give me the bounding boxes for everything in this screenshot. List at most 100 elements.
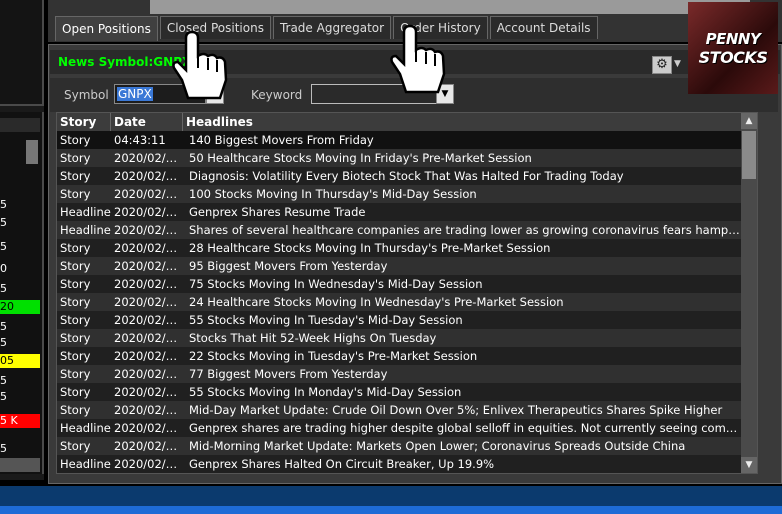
row-type: Story — [60, 187, 91, 201]
table-row[interactable]: Story 2020/02/2... 77 Biggest Movers From … — [57, 365, 741, 383]
row-date: 2020/02/2... — [114, 277, 183, 291]
row-date: 2020/02/2... — [114, 259, 183, 273]
left-panel-value: 5 — [0, 336, 7, 349]
grid-header: Story Date Headlines — [57, 113, 741, 131]
tab-open-positions[interactable]: Open Positions — [55, 16, 158, 41]
grid-vertical-scrollbar[interactable]: ▲ ▼ — [741, 113, 757, 473]
row-type: Headline — [60, 205, 111, 219]
hand-pointer-icon — [172, 30, 228, 100]
row-date: 2020/02/2... — [114, 313, 183, 327]
left-panel: 5 5 5 0 5 20 5 5 05 5 5 5 K5 — [0, 0, 44, 480]
row-type: Story — [60, 133, 91, 147]
left-panel-value: 5 — [0, 282, 7, 295]
row-headline: Genprex Shares Resume Trade — [189, 205, 366, 219]
row-type: Story — [60, 439, 91, 453]
table-row[interactable]: Headline 2020/02/2... Shares of several he… — [57, 221, 741, 239]
scroll-down-arrow-icon[interactable]: ▼ — [741, 457, 757, 473]
row-type: Headline — [60, 457, 111, 471]
left-panel-value: 05 — [0, 354, 40, 368]
left-top-panel — [0, 0, 44, 106]
table-row[interactable]: Story 2020/02/2... 55 Stocks Moving In Mon… — [57, 383, 741, 401]
scroll-up-arrow-icon[interactable]: ▲ — [741, 113, 757, 129]
row-type: Headline — [60, 421, 111, 435]
logo-line1: PENNY — [705, 30, 761, 48]
column-header-headlines[interactable]: Headlines — [183, 113, 741, 131]
symbol-input-value[interactable]: GNPX — [117, 87, 153, 101]
row-date: 2020/02/2... — [114, 385, 183, 399]
table-row[interactable]: Story 2020/02/2... 55 Stocks Moving In Tue… — [57, 311, 741, 329]
left-panel-value: 5 — [0, 216, 7, 229]
left-panel-value: 5 — [0, 442, 7, 455]
top-scrollbar[interactable] — [150, 0, 750, 14]
table-row[interactable]: Headline 2020/02/2... Genprex Shares Resum… — [57, 203, 741, 221]
tab-account-details[interactable]: Account Details — [489, 16, 598, 39]
table-row[interactable]: Story 2020/02/2... 24 Healthcare Stocks Mo… — [57, 293, 741, 311]
row-type: Story — [60, 331, 91, 345]
row-date: 2020/02/2... — [114, 403, 183, 417]
left-panel-value: 5 — [0, 374, 7, 387]
table-row[interactable]: Story 2020/02/2... Mid-Day Market Update: … — [57, 401, 741, 419]
row-headline: Mid-Morning Market Update: Markets Open … — [189, 439, 686, 453]
row-date: 2020/02/2... — [114, 295, 183, 309]
row-date: 2020/02/2... — [114, 205, 183, 219]
scroll-thumb[interactable] — [742, 131, 756, 179]
row-type: Story — [60, 259, 91, 273]
table-row[interactable]: Story 2020/02/2... 100 Stocks Moving In Th… — [57, 185, 741, 203]
penny-stocks-logo: PENNY STOCKS — [688, 2, 778, 94]
row-date: 2020/02/2... — [114, 169, 183, 183]
row-type: Headline — [60, 223, 111, 237]
row-date: 2020/02/2... — [114, 331, 183, 345]
left-panel-value: 5 — [0, 198, 7, 211]
left-panel-value: 5 — [0, 320, 7, 333]
tab-row: Open Positions Closed Positions Trade Ag… — [55, 16, 598, 41]
table-row[interactable]: Story 2020/02/2... Diagnosis: Volatility E… — [57, 167, 741, 185]
news-grid: Story Date Headlines Story 04:43:11 140 Bi… — [56, 112, 758, 474]
row-date: 2020/02/2... — [114, 367, 183, 381]
table-row[interactable]: Story 2020/02/2... 22 Stocks Moving in Tue… — [57, 347, 741, 365]
table-row[interactable]: Headline 2020/02/2... Genprex Shares Halte… — [57, 455, 741, 473]
row-date: 2020/02/2... — [114, 151, 183, 165]
chevron-down-icon[interactable]: ▼ — [674, 56, 684, 72]
left-panel-scroll[interactable] — [26, 140, 38, 164]
row-headline: 140 Biggest Movers From Friday — [189, 133, 374, 147]
row-headline: Shares of several healthcare companies a… — [189, 223, 741, 237]
keyword-label: Keyword — [251, 88, 303, 102]
row-type: Story — [60, 403, 91, 417]
left-panel-value: 5 — [0, 390, 7, 403]
column-header-date[interactable]: Date — [111, 113, 183, 131]
row-date: 2020/02/2... — [114, 223, 183, 237]
symbol-label: Symbol — [64, 88, 109, 102]
row-headline: 100 Stocks Moving In Thursday's Mid-Day … — [189, 187, 477, 201]
left-panel-value: 5 K — [0, 414, 40, 428]
table-row[interactable]: Headline 2020/02/2... Genprex shares are t… — [57, 419, 741, 437]
row-date: 2020/02/2... — [114, 241, 183, 255]
table-row[interactable]: Story 2020/02/2... Stocks That Hit 52-Week… — [57, 329, 741, 347]
table-row[interactable]: Story 04:43:11 140 Biggest Movers From Fri… — [57, 131, 741, 149]
row-headline: 50 Healthcare Stocks Moving In Friday's … — [189, 151, 532, 165]
row-type: Story — [60, 349, 91, 363]
gear-icon[interactable]: ⚙ — [652, 56, 672, 74]
column-header-story[interactable]: Story — [57, 113, 111, 131]
row-type: Story — [60, 295, 91, 309]
row-headline: 75 Stocks Moving In Wednesday's Mid-Day … — [189, 277, 483, 291]
left-panel-value: 5 — [0, 240, 7, 253]
row-date: 2020/02/2... — [114, 349, 183, 363]
row-type: Story — [60, 277, 91, 291]
row-type: Story — [60, 151, 91, 165]
tab-trade-aggregator[interactable]: Trade Aggregator — [272, 16, 392, 39]
table-row[interactable]: Story 2020/02/2... 75 Stocks Moving In Wed… — [57, 275, 741, 293]
row-headline: Diagnosis: Volatility Every Biotech Stoc… — [189, 169, 624, 183]
table-row[interactable]: Story 2020/02/2... 95 Biggest Movers From … — [57, 257, 741, 275]
row-headline: 28 Healthcare Stocks Moving In Thursday'… — [189, 241, 551, 255]
row-headline: 95 Biggest Movers From Yesterday — [189, 259, 388, 273]
left-horizontal-scrollbar[interactable] — [0, 458, 40, 472]
row-headline: 22 Stocks Moving in Tuesday's Pre-Market… — [189, 349, 478, 363]
table-row[interactable]: Story 2020/02/2... Mid-Morning Market Upda… — [57, 437, 741, 455]
table-row[interactable]: Story 2020/02/2... 28 Healthcare Stocks Mo… — [57, 239, 741, 257]
table-row[interactable]: Story 2020/02/2... 50 Healthcare Stocks Mo… — [57, 149, 741, 167]
row-headline: Genprex Shares Halted On Circuit Breaker… — [189, 457, 495, 471]
logo-line2: STOCKS — [698, 48, 768, 67]
row-date: 2020/02/2... — [114, 421, 183, 435]
row-headline: 55 Stocks Moving In Tuesday's Mid-Day Se… — [189, 313, 463, 327]
hand-pointer-icon — [390, 24, 446, 94]
